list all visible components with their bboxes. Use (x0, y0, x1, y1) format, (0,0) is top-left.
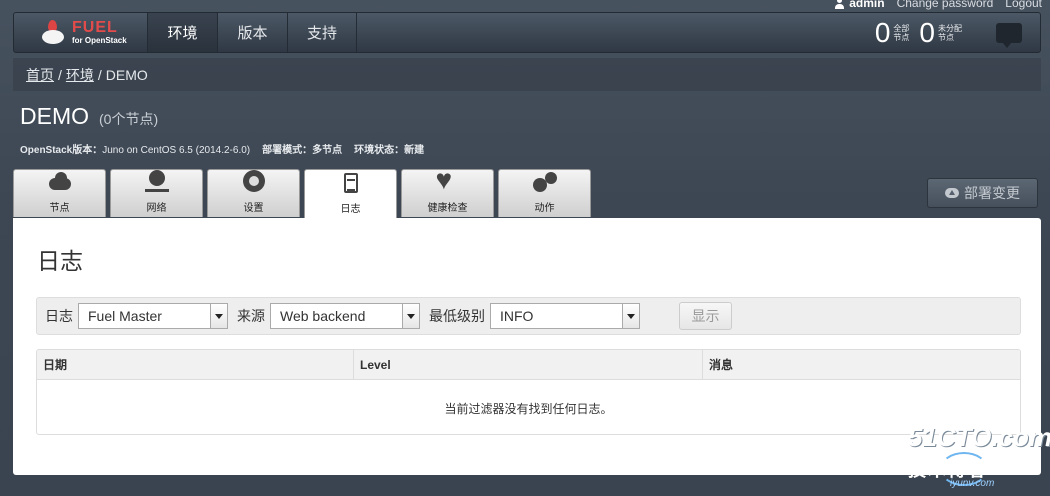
clipboard-icon (338, 171, 364, 195)
column-message: 消息 (709, 358, 734, 372)
log-level-select[interactable]: INFO (490, 303, 640, 329)
username: admin (849, 0, 885, 10)
tab-label: 动作 (534, 203, 555, 214)
breadcrumb-home[interactable]: 首页 (26, 65, 54, 85)
nav-releases[interactable]: 版本 (217, 13, 287, 52)
show-logs-button[interactable]: 显示 (679, 302, 732, 330)
heart-icon (435, 164, 461, 196)
deployment-mode-label: 部署模式： (262, 145, 313, 156)
breadcrumb-environments[interactable]: 环境 (66, 65, 94, 85)
environment-status-value: 新建 (404, 145, 425, 156)
level-filter-label: 最低级别 (429, 308, 485, 324)
log-level-value: INFO (500, 308, 534, 324)
total-nodes-label-1: 全部 (893, 23, 910, 33)
environment-meta: OpenStack版本：Juno on CentOS 6.5 (2014.2-6… (20, 141, 424, 156)
logs-panel: 日志 日志 Fuel Master 来源 Web backend 最低级别 IN… (13, 218, 1041, 475)
chevron-down-icon (402, 304, 419, 328)
nav-environments[interactable]: 环境 (147, 13, 217, 52)
tab-network[interactable]: 网络 (110, 169, 203, 217)
breadcrumb: 首页 / 环境 / DEMO (13, 58, 1041, 91)
environment-status-label: 环境状态： (354, 145, 405, 156)
change-password-link[interactable]: Change password (897, 0, 994, 10)
watermark-url: iyunv.com (950, 478, 995, 489)
environment-tabs: 节点 网络 设置 日志 健康检查 动作 (13, 164, 591, 218)
tab-label: 设置 (243, 203, 264, 214)
tab-health-check[interactable]: 健康检查 (401, 164, 494, 217)
deploy-changes-label: 部署变更 (964, 185, 1020, 201)
tab-settings[interactable]: 设置 (207, 169, 300, 217)
tab-logs[interactable]: 日志 (304, 169, 397, 218)
network-icon (144, 170, 170, 194)
user-strip: admin Change password Logout (834, 0, 1042, 10)
log-source-select[interactable]: Web backend (270, 303, 420, 329)
logs-heading: 日志 (37, 248, 83, 274)
log-filter-label: 日志 (45, 308, 73, 324)
unallocated-nodes-label-1: 未分配 (938, 23, 962, 33)
deployment-mode-value: 多节点 (312, 145, 343, 156)
cloud-upload-icon (945, 188, 959, 198)
tab-label: 日志 (340, 204, 361, 215)
unallocated-nodes-label-2: 节点 (938, 32, 954, 42)
unallocated-nodes-counter: 0 未分配 节点 (919, 16, 962, 48)
log-source-value: Web backend (280, 308, 366, 324)
log-type-select[interactable]: Fuel Master (78, 303, 228, 329)
column-level: Level (354, 350, 703, 379)
logs-table: 日期 Level 消息 当前过滤器没有找到任何日志。 (36, 349, 1021, 435)
breadcrumb-separator: / (97, 66, 102, 83)
watermark-site: 51CTO.com (908, 422, 1050, 452)
chevron-down-icon (210, 304, 227, 328)
total-nodes-count: 0 (874, 16, 891, 48)
tab-nodes[interactable]: 节点 (13, 169, 106, 217)
openstack-version-value: Juno on CentOS 6.5 (2014.2-6.0) (102, 145, 251, 156)
empty-logs-message: 当前过滤器没有找到任何日志。 (444, 401, 613, 416)
brand-title: FUEL (72, 19, 118, 36)
column-date: 日期 (37, 350, 354, 379)
tab-label: 网络 (146, 203, 167, 214)
log-filters: 日志 Fuel Master 来源 Web backend 最低级别 INFO … (36, 297, 1021, 335)
fuel-logo-icon (40, 19, 66, 46)
logout-link[interactable]: Logout (1005, 0, 1042, 10)
total-nodes-label-2: 节点 (893, 32, 910, 42)
navbar: FUEL for OpenStack 环境 版本 支持 0 全部 节点 0 未分配… (13, 12, 1041, 53)
log-type-value: Fuel Master (88, 308, 162, 324)
notifications-icon[interactable] (996, 22, 1022, 48)
breadcrumb-current: DEMO (105, 66, 148, 83)
gears-icon (532, 170, 558, 194)
user-menu[interactable]: admin (834, 0, 885, 10)
cloud-icon (47, 170, 73, 194)
unallocated-nodes-count: 0 (919, 16, 935, 48)
user-icon (834, 0, 845, 9)
brand-logo[interactable]: FUEL for OpenStack (14, 13, 147, 52)
tab-label: 节点 (49, 203, 70, 214)
environment-name: DEMO (20, 103, 89, 129)
source-filter-label: 来源 (237, 308, 265, 324)
tab-actions[interactable]: 动作 (498, 169, 591, 217)
breadcrumb-separator: / (58, 66, 62, 83)
nav-support[interactable]: 支持 (287, 13, 357, 52)
deploy-changes-button[interactable]: 部署变更 (927, 178, 1038, 208)
chevron-down-icon (622, 304, 639, 328)
tab-label: 健康检查 (427, 203, 468, 214)
table-header: 日期 Level 消息 (37, 350, 1020, 380)
environment-node-count: (0个节点) (99, 111, 159, 127)
watermark: 51CTO.com 技术博客 运维网 iyunv.com (900, 418, 1050, 496)
total-nodes-counter: 0 全部 节点 (874, 16, 910, 48)
openstack-version-label: OpenStack版本： (20, 145, 103, 156)
brand-subtitle: for OpenStack (72, 36, 127, 45)
gear-icon (241, 170, 267, 194)
watermark-network: 运维网 (984, 456, 1026, 472)
page-title: DEMO (0个节点) (20, 103, 158, 130)
